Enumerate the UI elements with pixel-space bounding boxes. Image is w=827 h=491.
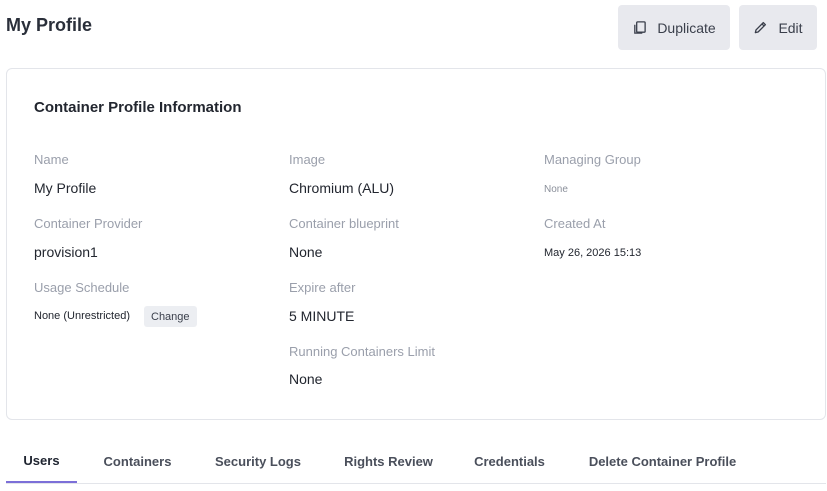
managing-group-label: Managing Group bbox=[544, 152, 641, 167]
change-schedule-button[interactable]: Change bbox=[144, 306, 197, 327]
created-at-label: Created At bbox=[544, 216, 606, 231]
page-title: My Profile bbox=[6, 15, 93, 35]
running-limit-value: None bbox=[289, 371, 323, 387]
name-value: My Profile bbox=[34, 180, 97, 196]
duplicate-button-label: Duplicate bbox=[657, 19, 716, 36]
image-label: Image bbox=[289, 152, 326, 167]
usage-schedule-value: None (Unrestricted) bbox=[34, 310, 130, 322]
tab-rights-review[interactable]: Rights Review bbox=[334, 440, 443, 483]
copy-icon bbox=[632, 20, 647, 35]
usage-schedule-label: Usage Schedule bbox=[34, 280, 130, 295]
edit-button-label: Edit bbox=[778, 19, 803, 36]
tab-containers[interactable]: Containers bbox=[92, 440, 183, 483]
name-label: Name bbox=[34, 152, 69, 167]
container-blueprint-label: Container blueprint bbox=[289, 216, 399, 231]
pencil-icon bbox=[753, 20, 768, 35]
profile-info-card: Container Profile Information Name My Pr… bbox=[6, 68, 826, 420]
tab-users[interactable]: Users bbox=[6, 440, 77, 483]
managing-group-value: None bbox=[544, 184, 568, 195]
tab-delete-container-profile[interactable]: Delete Container Profile bbox=[577, 440, 748, 483]
edit-button[interactable]: Edit bbox=[739, 5, 817, 50]
tab-security-logs[interactable]: Security Logs bbox=[203, 440, 313, 483]
expire-after-value: 5 MINUTE bbox=[289, 308, 355, 324]
container-blueprint-value: None bbox=[289, 244, 323, 260]
running-limit-label: Running Containers Limit bbox=[289, 344, 435, 359]
container-provider-label: Container Provider bbox=[34, 216, 143, 231]
tab-credentials[interactable]: Credentials bbox=[463, 440, 556, 483]
duplicate-button[interactable]: Duplicate bbox=[618, 5, 730, 50]
profile-tabs: Users Containers Security Logs Rights Re… bbox=[6, 440, 826, 484]
created-at-value: May 26, 2026 15:13 bbox=[544, 247, 642, 259]
container-provider-value: provision1 bbox=[34, 244, 98, 260]
expire-after-label: Expire after bbox=[289, 280, 356, 295]
card-title: Container Profile Information bbox=[34, 99, 242, 116]
image-value: Chromium (ALU) bbox=[289, 180, 395, 196]
